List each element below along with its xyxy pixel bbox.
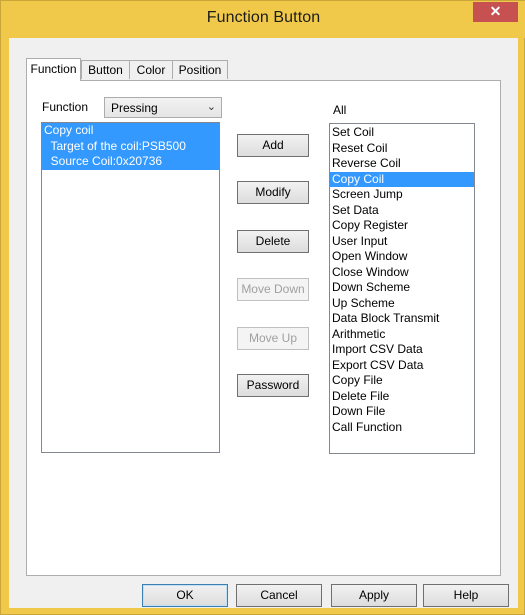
move-up-button[interactable]: Move Up: [237, 327, 309, 350]
configured-functions-list[interactable]: Copy coil Target of the coil:PSB500 Sour…: [41, 122, 220, 453]
window-title: Function Button: [206, 9, 321, 26]
list-item[interactable]: Data Block Transmit: [330, 311, 474, 327]
list-item[interactable]: Export CSV Data: [330, 358, 474, 374]
list-item[interactable]: Close Window: [330, 265, 474, 281]
ok-button[interactable]: OK: [142, 584, 228, 607]
tab-position[interactable]: Position: [172, 60, 228, 79]
list-item[interactable]: Reverse Coil: [330, 156, 474, 172]
list-item[interactable]: Set Data: [330, 203, 474, 219]
modify-button[interactable]: Modify: [237, 181, 309, 204]
list-item[interactable]: Up Scheme: [330, 296, 474, 312]
all-functions-label: All: [333, 103, 347, 117]
list-item[interactable]: Delete File: [330, 389, 474, 405]
list-item[interactable]: Copy coil: [42, 123, 219, 139]
add-button[interactable]: Add: [237, 134, 309, 157]
list-item[interactable]: Down Scheme: [330, 280, 474, 296]
list-item[interactable]: Set Coil: [330, 125, 474, 141]
close-icon: ✕: [489, 3, 502, 19]
list-item[interactable]: User Input: [330, 234, 474, 250]
list-item[interactable]: Call Function: [330, 420, 474, 436]
function-tab-panel: Function Pressing ⌄ Copy coil Target of …: [26, 80, 501, 576]
delete-button[interactable]: Delete: [237, 230, 309, 253]
trigger-mode-select[interactable]: Pressing ⌄: [104, 97, 222, 118]
function-button-dialog: Function Button ✕ Function Button Color …: [0, 0, 525, 615]
list-item[interactable]: Down File: [330, 404, 474, 420]
trigger-mode-value: Pressing: [111, 101, 158, 115]
list-item[interactable]: Source Coil:0x20736: [42, 154, 219, 170]
apply-button[interactable]: Apply: [331, 584, 417, 607]
list-item[interactable]: Copy File: [330, 373, 474, 389]
list-item[interactable]: Open Window: [330, 249, 474, 265]
function-label: Function: [42, 100, 89, 114]
all-functions-list[interactable]: Set Coil Reset Coil Reverse Coil Copy Co…: [329, 123, 475, 454]
dialog-client-area: Function Button Color Position Function …: [9, 38, 518, 608]
list-item[interactable]: Reset Coil: [330, 141, 474, 157]
password-button[interactable]: Password: [237, 374, 309, 397]
list-item[interactable]: Arithmetic: [330, 327, 474, 343]
tab-function[interactable]: Function: [26, 58, 81, 81]
tab-color[interactable]: Color: [129, 60, 173, 79]
close-button[interactable]: ✕: [473, 2, 518, 22]
list-item[interactable]: Copy Register: [330, 218, 474, 234]
help-button[interactable]: Help: [423, 584, 509, 607]
tab-button[interactable]: Button: [81, 60, 130, 79]
move-down-button[interactable]: Move Down: [237, 278, 309, 301]
list-item[interactable]: Screen Jump: [330, 187, 474, 203]
chevron-down-icon: ⌄: [206, 101, 216, 113]
cancel-button[interactable]: Cancel: [236, 584, 322, 607]
list-item[interactable]: Import CSV Data: [330, 342, 474, 358]
list-item-selected[interactable]: Copy Coil: [330, 171, 474, 187]
title-bar[interactable]: Function Button ✕: [1, 1, 525, 38]
list-item[interactable]: Target of the coil:PSB500: [42, 138, 219, 154]
